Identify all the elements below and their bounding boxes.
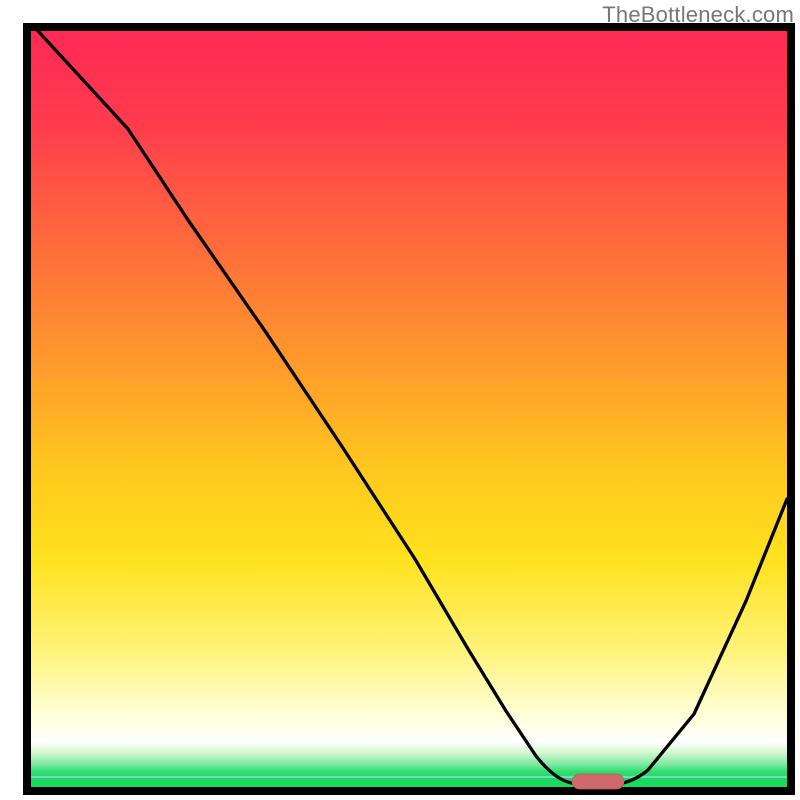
chart-container: TheBottleneck.com	[0, 0, 800, 800]
gradient-fill	[31, 31, 787, 787]
plot-area	[27, 27, 791, 791]
chart-svg	[0, 0, 800, 800]
optimum-marker	[572, 774, 624, 789]
watermark-text: TheBottleneck.com	[602, 2, 794, 28]
baseline-teal-stripe	[31, 776, 787, 778]
